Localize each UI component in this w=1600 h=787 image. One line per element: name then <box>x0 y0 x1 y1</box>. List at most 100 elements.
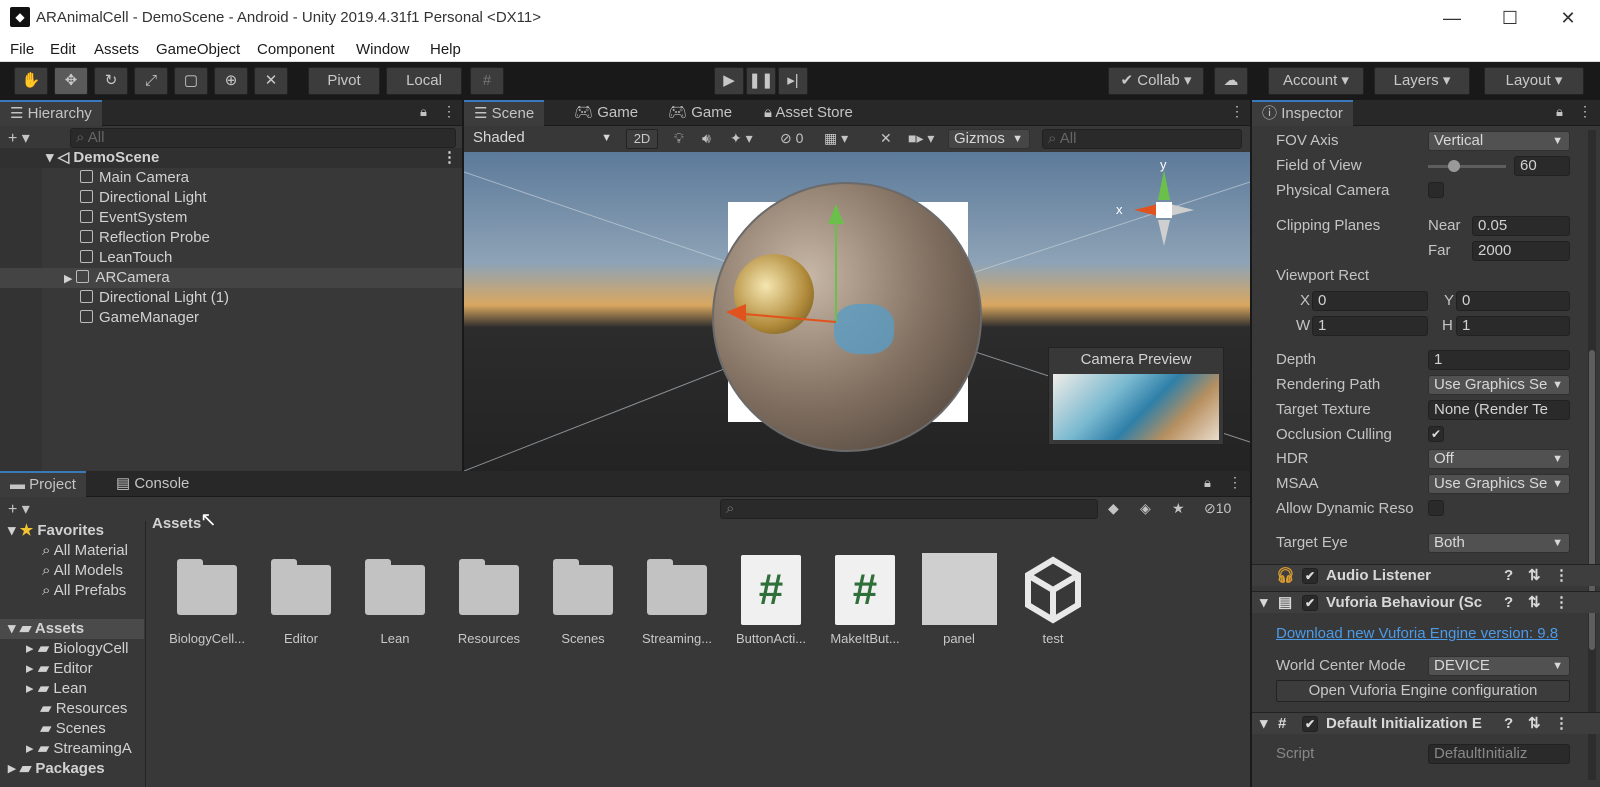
maximize-button[interactable]: ☐ <box>1490 4 1530 32</box>
rendering-path-dropdown[interactable]: Use Graphics Se ▼ <box>1428 375 1570 395</box>
kebab-menu-icon[interactable]: ⋮ <box>442 103 456 120</box>
tab-game-2[interactable]: 🎮︎ Game <box>658 100 742 126</box>
hierarchy-item[interactable]: GameManager <box>0 308 462 328</box>
hierarchy-item[interactable]: Directional Light (1) <box>0 288 462 308</box>
vuforia-enabled-checkbox[interactable]: ✔ <box>1302 595 1318 611</box>
vuforia-download-link[interactable]: Download new Vuforia Engine version: 9.8 <box>1276 625 1582 642</box>
2d-toggle[interactable]: 2D <box>626 129 658 149</box>
kebab-menu-icon[interactable]: ⋮ <box>1578 103 1592 120</box>
transform-tool-button[interactable]: ⊕ <box>214 67 248 95</box>
hand-tool-button[interactable]: ✋ <box>14 67 48 95</box>
hierarchy-item-selected[interactable]: ▶ ARCamera <box>0 268 462 288</box>
close-window-button[interactable]: ✕ <box>1548 4 1588 32</box>
gizmos-dropdown[interactable]: Gizmos ▼ <box>948 129 1030 149</box>
menu-gameobject[interactable]: GameObject <box>156 41 240 58</box>
vuforia-behaviour-header[interactable]: ▾ ▤ ✔ Vuforia Behaviour (Sc ? ⇅ ⋮ <box>1252 591 1600 613</box>
effects-icon[interactable]: ✦ ▾ <box>730 130 753 147</box>
audio-icon[interactable]: 🔊︎ <box>702 130 711 147</box>
layout-dropdown[interactable]: Layout ▾ <box>1484 67 1584 95</box>
favorite-item[interactable]: ⌕ All Prefabs <box>0 581 144 601</box>
target-texture-field[interactable]: None (Render Te <box>1428 400 1570 420</box>
rotate-tool-button[interactable]: ↻ <box>94 67 128 95</box>
assets-breadcrumb[interactable]: Assets <box>152 515 201 532</box>
scene-viewport[interactable]: y x Camera Preview <box>464 152 1250 471</box>
help-icon[interactable]: ? <box>1504 592 1513 614</box>
preset-icon[interactable]: ⇅ <box>1528 565 1541 587</box>
minimize-button[interactable]: — <box>1432 4 1472 32</box>
project-search-input[interactable]: ⌕ <box>720 499 1098 519</box>
pivot-toggle[interactable]: Pivot <box>308 67 380 95</box>
component-menu-icon[interactable]: ⋮ <box>1554 592 1569 614</box>
asset-folder-row[interactable]: ▰ Scenes <box>0 719 144 739</box>
occlusion-culling-checkbox[interactable]: ✔ <box>1428 426 1444 442</box>
menu-file[interactable]: File <box>10 41 34 58</box>
hierarchy-item[interactable]: EventSystem <box>0 208 462 228</box>
fov-slider-track[interactable] <box>1428 160 1506 172</box>
far-clip-input[interactable]: 2000 <box>1472 241 1570 261</box>
component-menu-icon[interactable]: ⋮ <box>1554 565 1569 587</box>
favorite-star-icon[interactable]: ★ <box>1172 500 1185 517</box>
play-button[interactable]: ▶ <box>714 67 744 95</box>
preset-icon[interactable]: ⇅ <box>1528 713 1541 735</box>
orientation-gizmo[interactable] <box>1124 160 1204 250</box>
scene-menu-icon[interactable]: ⋮ <box>1230 103 1244 120</box>
help-icon[interactable]: ? <box>1504 565 1513 587</box>
dynamic-resolution-checkbox[interactable] <box>1428 500 1444 516</box>
tab-game[interactable]: 🎮︎ Game <box>564 100 648 126</box>
fov-slider-thumb[interactable] <box>1447 160 1460 172</box>
viewport-h-input[interactable]: 1 <box>1456 316 1570 336</box>
local-toggle[interactable]: Local <box>386 67 462 95</box>
preset-icon[interactable]: ⇅ <box>1528 592 1541 614</box>
layers-dropdown[interactable]: Layers ▾ <box>1374 67 1470 95</box>
menu-assets[interactable]: Assets <box>94 41 139 58</box>
favorites-header[interactable]: ▾ ★ Favorites <box>0 521 144 541</box>
asset-folder-row[interactable]: ▸ ▰ Lean <box>0 679 144 699</box>
create-plus-button[interactable]: + ▾ <box>8 499 30 519</box>
hdr-dropdown[interactable]: Off ▼ <box>1428 449 1570 469</box>
asset-folder-row[interactable]: ▸ ▰ Editor <box>0 659 144 679</box>
grid-icon[interactable]: ▦ ▾ <box>824 130 848 147</box>
create-plus-button[interactable]: + ▾ <box>8 128 30 148</box>
favorite-item[interactable]: ⌕ All Models <box>0 561 144 581</box>
hierarchy-item[interactable]: Main Camera <box>0 168 462 188</box>
tab-inspector[interactable]: ⓘ Inspector <box>1252 100 1353 126</box>
asset-folder-row[interactable]: ▸ ▰ BiologyCell <box>0 639 144 659</box>
scene-search-input[interactable]: ⌕ All <box>1042 129 1242 149</box>
hierarchy-item[interactable]: Directional Light <box>0 188 462 208</box>
component-menu-icon[interactable]: ⋮ <box>1554 713 1569 735</box>
favorite-item[interactable]: ⌕ All Material <box>0 541 144 561</box>
scene-row[interactable]: ▾ ◁ DemoScene ⋮ <box>0 148 462 168</box>
pause-button[interactable]: ❚❚ <box>746 67 776 95</box>
custom-tool-button[interactable]: ✕ <box>254 67 288 95</box>
default-init-enabled-checkbox[interactable]: ✔ <box>1302 716 1318 732</box>
default-initialization-header[interactable]: ▾ # ✔ Default Initialization E ? ⇅ ⋮ <box>1252 712 1600 734</box>
audio-listener-header[interactable]: 🎧︎ ✔ Audio Listener ? ⇅ ⋮ <box>1252 564 1600 586</box>
camera-icon[interactable]: ■▸ ▾ <box>908 130 934 147</box>
viewport-w-input[interactable]: 1 <box>1312 316 1428 336</box>
menu-component[interactable]: Component <box>257 41 335 58</box>
near-clip-input[interactable]: 0.05 <box>1472 216 1570 236</box>
tab-console[interactable]: ▤ Console <box>106 471 199 497</box>
filter-by-type-icon[interactable]: ◆ <box>1108 500 1119 517</box>
hierarchy-item[interactable]: Reflection Probe <box>0 228 462 248</box>
assets-root-row[interactable]: ▾ ▰ Assets <box>0 619 144 639</box>
rect-tool-button[interactable]: ▢ <box>174 67 208 95</box>
hidden-packages-icon[interactable]: ⊘10 <box>1204 500 1231 517</box>
world-center-dropdown[interactable]: DEVICE ▼ <box>1428 656 1570 676</box>
cloud-button[interactable]: ☁ <box>1214 67 1248 95</box>
help-icon[interactable]: ? <box>1504 713 1513 735</box>
physical-camera-checkbox[interactable] <box>1428 182 1444 198</box>
menu-edit[interactable]: Edit <box>50 41 76 58</box>
fov-axis-dropdown[interactable]: Vertical ▼ <box>1428 131 1570 151</box>
account-dropdown[interactable]: Account ▾ <box>1268 67 1364 95</box>
tab-asset-store[interactable]: 🔒︎ Asset Store <box>754 100 863 126</box>
audio-listener-enabled-checkbox[interactable]: ✔ <box>1302 568 1318 584</box>
lock-icon[interactable]: 🔒︎ <box>420 104 427 120</box>
target-eye-dropdown[interactable]: Both ▼ <box>1428 533 1570 553</box>
collab-dropdown[interactable]: ✔ Collab ▾ <box>1108 67 1204 95</box>
viewport-x-input[interactable]: 0 <box>1312 291 1428 311</box>
lock-icon[interactable]: 🔒︎ <box>1556 104 1563 120</box>
menu-window[interactable]: Window <box>356 41 409 58</box>
tab-project[interactable]: ▬ Project <box>0 471 86 497</box>
shading-mode-dropdown[interactable]: Shaded ▼ <box>468 129 618 149</box>
